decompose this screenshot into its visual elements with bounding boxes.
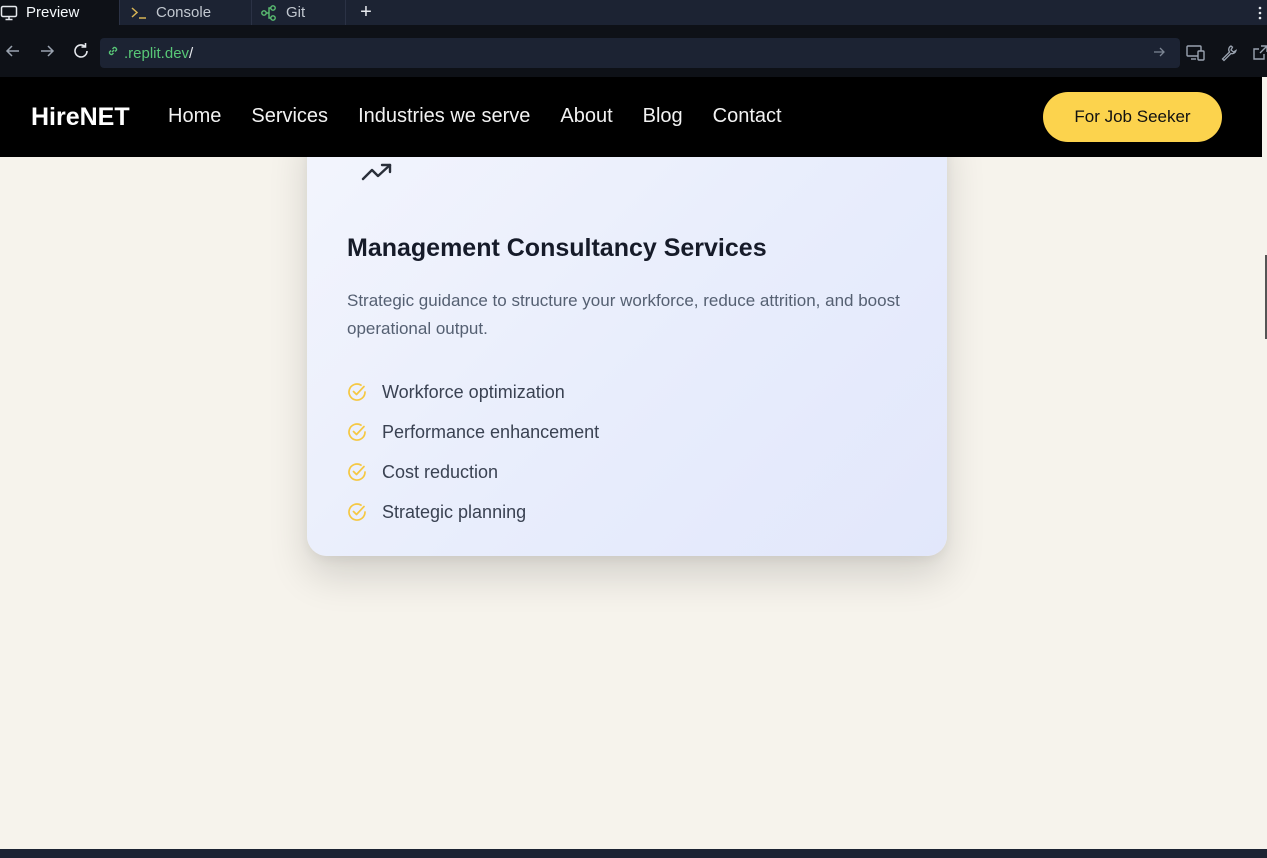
list-item: Workforce optimization xyxy=(347,372,599,412)
link-icon xyxy=(106,44,120,63)
arrow-right-icon xyxy=(41,45,55,57)
tab-preview-label: Preview xyxy=(26,4,80,21)
check-circle-icon xyxy=(347,422,367,442)
tab-git[interactable]: Git xyxy=(252,0,346,25)
feature-label: Cost reduction xyxy=(382,461,499,482)
url-path: / xyxy=(189,44,194,62)
go-arrow-icon[interactable] xyxy=(1152,45,1166,64)
monitor-icon xyxy=(0,4,18,22)
browser-tab-bar: Preview Console Git + xyxy=(0,0,1267,25)
url-domain: .replit.dev xyxy=(124,44,190,62)
tab-git-label: Git xyxy=(286,4,306,21)
site-header: HireNET Home Services Industries we serv… xyxy=(0,77,1262,157)
page-scrollbar[interactable] xyxy=(1262,77,1267,849)
devices-icon[interactable] xyxy=(1186,44,1206,67)
nav-blog[interactable]: Blog xyxy=(643,105,683,128)
add-tab-button[interactable]: + xyxy=(346,0,386,25)
brand-logo[interactable]: HireNET xyxy=(31,103,130,132)
list-item: Cost reduction xyxy=(347,452,599,492)
list-item: Strategic planning xyxy=(347,492,599,532)
card-description: Strategic guidance to structure your wor… xyxy=(347,291,900,338)
reload-button[interactable] xyxy=(64,34,98,68)
nav-services[interactable]: Services xyxy=(251,105,328,128)
job-seeker-button[interactable]: For Job Seeker xyxy=(1043,92,1222,142)
feature-label: Performance enhancement xyxy=(382,421,600,442)
nav-home[interactable]: Home xyxy=(168,105,221,128)
address-bar-row: .replit.dev/ xyxy=(0,25,1267,77)
nav-contact[interactable]: Contact xyxy=(713,105,782,128)
wrench-icon[interactable] xyxy=(1220,44,1238,67)
feature-label: Strategic planning xyxy=(382,501,527,522)
tab-preview[interactable]: Preview xyxy=(0,0,120,25)
bottom-bar xyxy=(0,849,1267,858)
more-vertical-icon[interactable] xyxy=(1253,0,1267,25)
nav-about[interactable]: About xyxy=(560,105,612,128)
reload-icon xyxy=(74,43,88,58)
feature-list: Workforce optimization Performance enhan… xyxy=(347,372,599,532)
check-circle-icon xyxy=(347,382,367,402)
main-nav: Home Services Industries we serve About … xyxy=(168,105,782,128)
trending-up-icon xyxy=(361,161,393,183)
url-input[interactable]: .replit.dev/ xyxy=(100,38,1180,68)
url-text: .replit.dev/ xyxy=(124,45,193,62)
nav-industries[interactable]: Industries we serve xyxy=(358,105,530,128)
tab-console[interactable]: Console xyxy=(120,0,252,25)
feature-label: Workforce optimization xyxy=(382,381,565,402)
service-card: Management Consultancy Services Strategi… xyxy=(307,117,947,556)
external-link-icon[interactable] xyxy=(1252,44,1267,67)
address-tools xyxy=(1186,44,1267,67)
card-title: Management Consultancy Services xyxy=(347,234,767,262)
check-circle-icon xyxy=(347,502,367,522)
arrow-left-icon xyxy=(5,45,19,57)
terminal-icon xyxy=(130,4,148,22)
git-branch-icon xyxy=(260,4,278,22)
back-button[interactable] xyxy=(0,34,30,68)
tab-console-label: Console xyxy=(156,4,212,21)
forward-button[interactable] xyxy=(30,34,64,68)
list-item: Performance enhancement xyxy=(347,412,599,452)
check-circle-icon xyxy=(347,462,367,482)
plus-icon: + xyxy=(360,1,372,23)
page-viewport: HireNET Home Services Industries we serv… xyxy=(0,77,1262,849)
